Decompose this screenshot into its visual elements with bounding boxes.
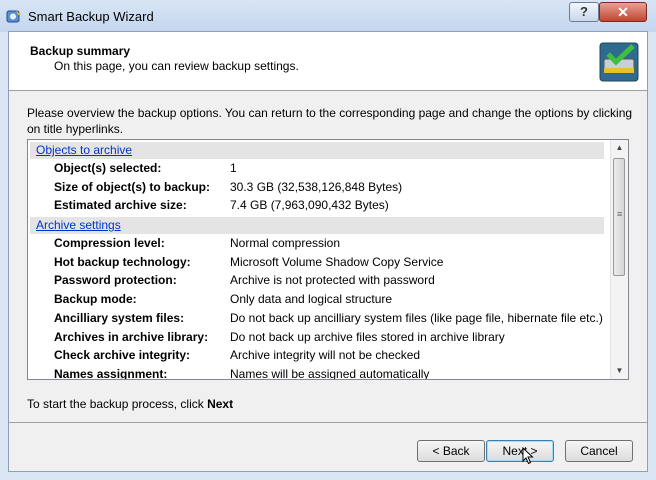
summary-row-label: Backup mode: [54, 292, 137, 307]
section-title-link[interactable]: Archive settings [36, 218, 121, 232]
summary-row: Ancilliary system files: Do not back up a… [28, 309, 612, 328]
section-header: Objects to archive [30, 142, 604, 159]
summary-row: Password protection: Archive is not prote… [28, 271, 612, 290]
grip-icon: ≡ [617, 209, 623, 219]
mouse-cursor-icon [522, 446, 534, 465]
title-bar[interactable]: Smart Backup Wizard ? ✕ [0, 0, 656, 32]
close-button[interactable]: ✕ [599, 2, 647, 22]
summary-row: Estimated archive size: 7.4 GB (7,963,090… [28, 196, 612, 215]
summary-row-value: Only data and logical structure [230, 292, 393, 307]
back-button[interactable]: < Back [417, 440, 485, 462]
summary-row: Compression level: Normal compression [28, 234, 612, 253]
summary-row: Backup mode: Only data and logical struct… [28, 290, 612, 309]
summary-row-label: Ancilliary system files: [54, 310, 185, 325]
summary-row-label: Compression level: [54, 236, 165, 251]
summary-list[interactable]: Objects to archive Object(s) selected: 1 Si… [27, 139, 629, 380]
summary-row: Archives in archive library: Do not back … [28, 328, 612, 347]
summary-row-label: Archives in archive library: [54, 329, 209, 344]
summary-row-value: Do not back up archive files stored in a… [230, 329, 505, 344]
backup-disk-icon [6, 8, 22, 24]
summary-row: Hot backup technology: Microsoft Volume S… [28, 253, 612, 272]
summary-row-value: Normal compression [230, 236, 341, 251]
summary-row-label: Password protection: [54, 273, 177, 288]
scrollbar-thumb[interactable]: ≡ [613, 158, 625, 276]
summary-row-value: Microsoft Volume Shadow Copy Service [230, 254, 444, 269]
summary-row-value: Names will be assigned automatically [230, 366, 430, 380]
intro-text: Please overview the backup options. You … [27, 106, 633, 136]
wizard-window: Smart Backup Wizard ? ✕ Backup summary O… [0, 0, 656, 480]
window-title: Smart Backup Wizard [28, 9, 154, 24]
chevron-down-icon[interactable]: ▼ [611, 363, 628, 379]
footer-note-text: To start the backup process, click [27, 397, 208, 411]
summary-row-label: Check archive integrity: [54, 348, 191, 363]
summary-row-label: Object(s) selected: [54, 161, 162, 175]
summary-row: Size of object(s) to backup: 30.3 GB (32,… [28, 178, 612, 197]
section-title-link[interactable]: Objects to archive [36, 143, 132, 157]
footer-note: To start the backup process, click Next [27, 397, 233, 411]
summary-row-value: Do not back up ancilliary system files (… [230, 310, 603, 325]
summary-row-value: Archive integrity will not be checked [230, 348, 421, 363]
summary-row-label: Estimated archive size: [54, 198, 187, 213]
chevron-up-icon[interactable]: ▲ [611, 140, 628, 156]
summary-row: Check archive integrity: Archive integrit… [28, 346, 612, 365]
backup-drive-checkmark-icon [599, 42, 639, 82]
summary-row: Names assignment: Names will be assigned … [28, 365, 612, 380]
summary-row-value: 30.3 GB (32,538,126,848 Bytes) [230, 179, 403, 194]
vertical-scrollbar[interactable]: ▲ ≡ ▼ [610, 140, 628, 379]
section-header: Archive settings [30, 217, 604, 235]
summary-row-label: Names assignment: [54, 366, 168, 380]
summary-row-value: 1 [230, 161, 237, 175]
wizard-client-area: Backup summary On this page, you can rev… [8, 31, 648, 472]
wizard-header: Backup summary On this page, you can rev… [9, 32, 647, 91]
summary-row-label: Hot backup technology: [54, 254, 191, 269]
help-button[interactable]: ? [569, 2, 599, 22]
divider [9, 422, 647, 423]
summary-row: Object(s) selected: 1 [28, 159, 612, 178]
footer-note-next: Next [207, 397, 234, 411]
cancel-button[interactable]: Cancel [565, 440, 633, 462]
summary-row-label: Size of object(s) to backup: [54, 179, 211, 194]
page-subtitle: On this page, you can review backup sett… [54, 59, 299, 73]
page-title: Backup summary [30, 44, 131, 58]
summary-row-value: 7.4 GB (7,963,090,432 Bytes) [230, 198, 389, 213]
next-button[interactable]: Next > [486, 440, 554, 462]
summary-list-content: Objects to archive Object(s) selected: 1 Si… [28, 140, 612, 380]
summary-row-value: Archive is not protected with password [230, 273, 435, 288]
